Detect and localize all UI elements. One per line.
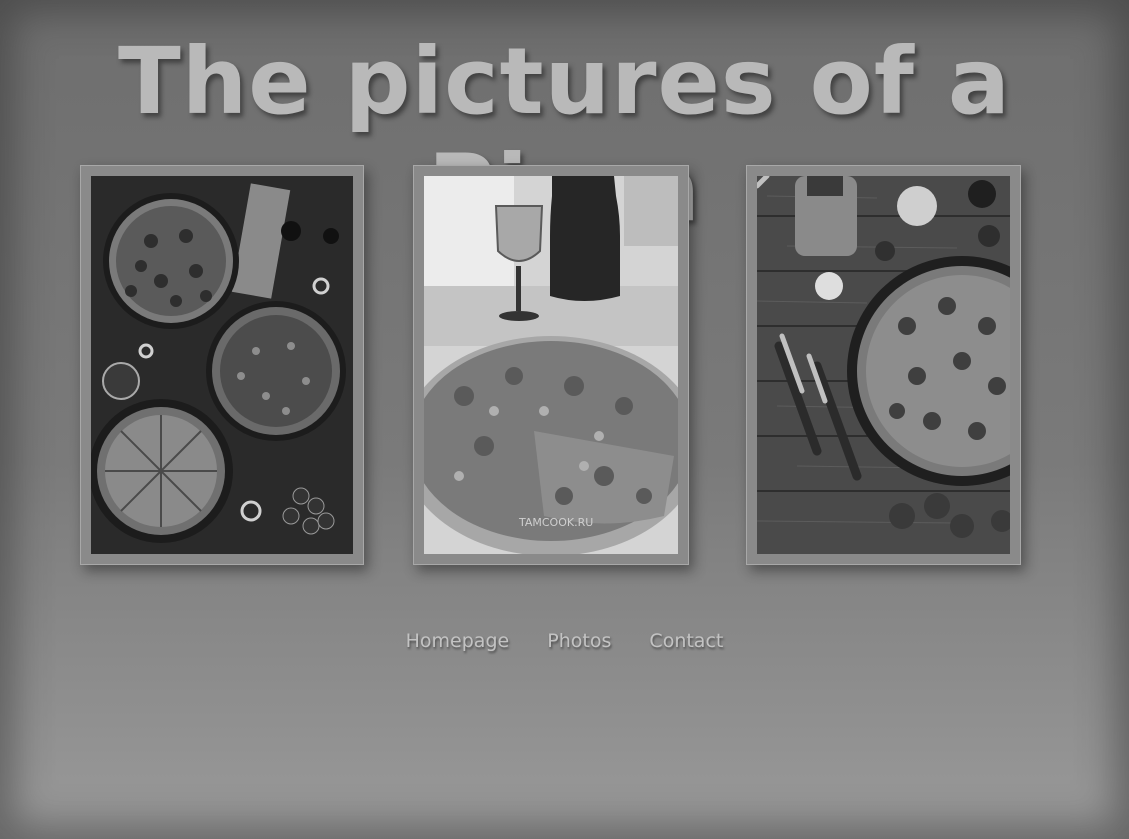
nav-link-photos[interactable]: Photos	[547, 630, 611, 652]
pizza-photo-2: TAMCOOK.RU	[424, 176, 678, 554]
pizza-photo-1	[91, 176, 353, 554]
main-navigation: Homepage Photos Contact	[0, 630, 1129, 652]
photo-frame-2[interactable]: TAMCOOK.RU	[413, 165, 689, 565]
pizza-photo-3	[757, 176, 1010, 554]
nav-link-homepage[interactable]: Homepage	[406, 630, 510, 652]
photo-watermark: TAMCOOK.RU	[518, 516, 593, 529]
nav-link-contact[interactable]: Contact	[649, 630, 723, 652]
photo-frame-3[interactable]	[746, 165, 1021, 565]
photo-frame-1[interactable]	[80, 165, 364, 565]
